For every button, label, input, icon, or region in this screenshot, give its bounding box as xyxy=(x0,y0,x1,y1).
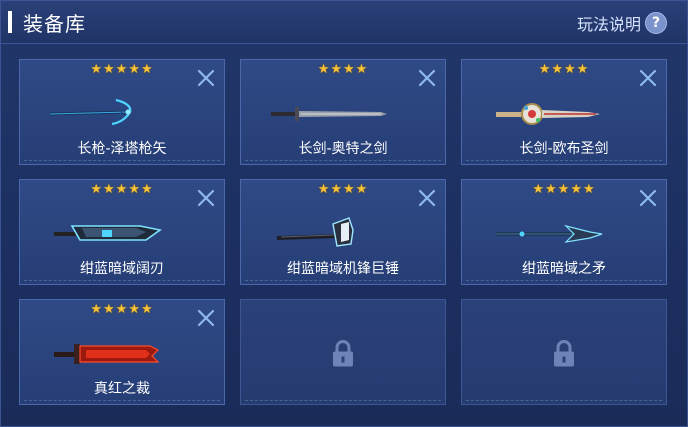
crimson-sword-icon xyxy=(54,344,160,364)
equipment-grid: ★★★★★ 长枪-泽塔枪矢 ★★★★ 长剑-奥特之剑 ★★★★ 长剑-欧布圣剑 … xyxy=(19,59,671,409)
equipment-card[interactable]: ★★★★ 绀蓝暗域机锋巨锤 xyxy=(240,179,446,285)
weapon-name: 真红之裁 xyxy=(94,381,150,397)
star-rating: ★★★★ xyxy=(317,182,369,197)
locked-slot xyxy=(461,299,667,405)
spear-icon xyxy=(496,224,603,243)
star-rating: ★★★★★ xyxy=(90,182,154,197)
page-title: 装备库 xyxy=(23,12,86,36)
lock-icon xyxy=(554,340,574,367)
star-rating: ★★★★ xyxy=(317,62,369,77)
title-accent-bar xyxy=(8,11,12,33)
spear-bow-icon xyxy=(49,98,132,126)
equipment-card[interactable]: ★★★★ 长剑-欧布圣剑 xyxy=(461,59,667,165)
panel-header: 装备库 玩法说明 ? xyxy=(1,1,687,44)
locked-slot xyxy=(240,299,446,405)
weapon-name: 绀蓝暗域阔刃 xyxy=(80,261,164,277)
broad-blade-icon xyxy=(54,225,162,241)
equipment-card[interactable]: ★★★★★ 绀蓝暗域之矛 xyxy=(461,179,667,285)
close-icon[interactable] xyxy=(638,68,658,88)
equipment-card[interactable]: ★★★★★ 绀蓝暗域阔刃 xyxy=(19,179,225,285)
equipment-card[interactable]: ★★★★★ 长枪-泽塔枪矢 xyxy=(19,59,225,165)
star-rating: ★★★★★ xyxy=(90,302,154,317)
close-icon[interactable] xyxy=(638,188,658,208)
close-icon[interactable] xyxy=(196,68,216,88)
weapon-name: 长剑-奥特之剑 xyxy=(298,141,388,157)
help-label: 玩法说明 xyxy=(576,15,641,34)
lock-icon xyxy=(333,340,353,367)
equipment-card[interactable]: ★★★★ 长剑-奥特之剑 xyxy=(240,59,446,165)
close-icon[interactable] xyxy=(417,188,437,208)
star-rating: ★★★★★ xyxy=(90,62,154,77)
giant-hammer-icon xyxy=(276,217,354,247)
question-icon: ? xyxy=(645,12,667,34)
holy-sword-icon xyxy=(496,103,600,125)
weapon-name: 长剑-欧布圣剑 xyxy=(519,141,609,157)
help-button[interactable]: 玩法说明 ? xyxy=(577,11,667,35)
weapon-name: 绀蓝暗域之矛 xyxy=(522,261,606,277)
long-sword-icon xyxy=(271,107,387,121)
weapon-name: 长枪-泽塔枪矢 xyxy=(77,141,167,157)
weapon-name: 绀蓝暗域机锋巨锤 xyxy=(287,261,399,277)
close-icon[interactable] xyxy=(196,308,216,328)
star-rating: ★★★★★ xyxy=(532,182,596,197)
close-icon[interactable] xyxy=(196,188,216,208)
star-rating: ★★★★ xyxy=(538,62,590,77)
equipment-panel: 装备库 玩法说明 ? ★★★★★ 长枪-泽塔枪矢 ★★★★ 长剑-奥特之剑 ★★… xyxy=(0,0,688,427)
close-icon[interactable] xyxy=(417,68,437,88)
equipment-card[interactable]: ★★★★★ 真红之裁 xyxy=(19,299,225,405)
